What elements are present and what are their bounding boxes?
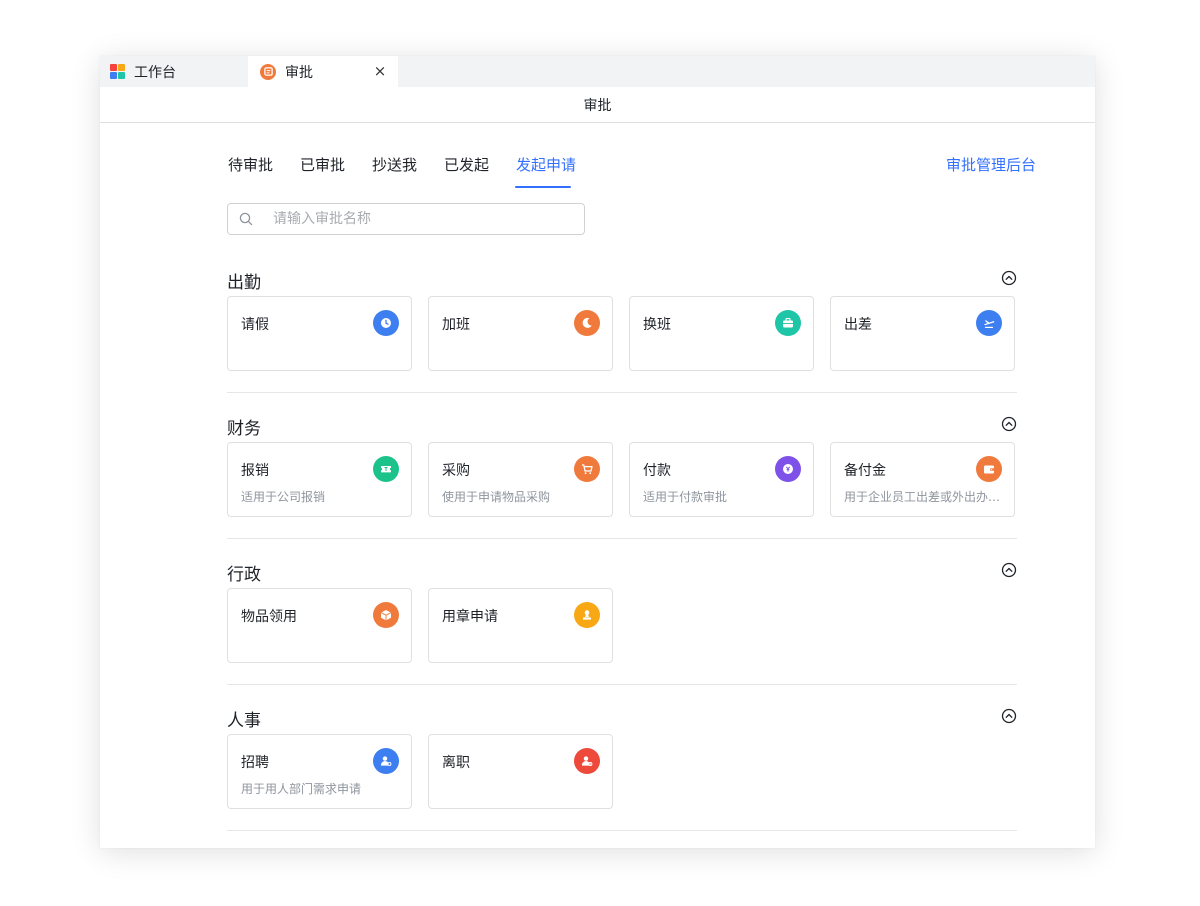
card-business-trip[interactable]: 出差 bbox=[830, 296, 1015, 371]
user-remove-icon bbox=[574, 748, 600, 774]
collapse-icon[interactable] bbox=[1001, 562, 1017, 578]
approval-app-icon bbox=[260, 63, 276, 80]
card-title: 招聘 bbox=[241, 755, 269, 771]
card-recruitment[interactable]: 招聘 用于用人部门需求申请 bbox=[227, 734, 412, 809]
card-title: 离职 bbox=[442, 755, 470, 771]
card-title: 出差 bbox=[844, 317, 872, 333]
logo-square-red bbox=[110, 64, 117, 71]
nav-tab-cc-me[interactable]: 抄送我 bbox=[372, 154, 417, 175]
workbench-logo-icon bbox=[110, 64, 125, 79]
card-reserve-fund[interactable]: 备付金 用于企业员工出差或外出办公使用 bbox=[830, 442, 1015, 517]
card-title: 采购 bbox=[442, 463, 470, 479]
card-leave[interactable]: 请假 bbox=[227, 296, 412, 371]
section-divider bbox=[227, 830, 1017, 831]
logo-square-yellow bbox=[118, 64, 125, 71]
page-title: 审批 bbox=[100, 87, 1095, 123]
card-shift-swap[interactable]: 换班 bbox=[629, 296, 814, 371]
search-box bbox=[227, 203, 585, 235]
card-purchase[interactable]: 采购 使用于申请物品采购 bbox=[428, 442, 613, 517]
card-title: 请假 bbox=[241, 317, 269, 333]
card-description: 用于企业员工出差或外出办公使用 bbox=[844, 490, 1006, 504]
search-icon bbox=[239, 212, 253, 226]
section-title: 行政 bbox=[227, 565, 261, 585]
card-title: 报销 bbox=[241, 463, 269, 479]
card-item-requisition[interactable]: 物品领用 bbox=[227, 588, 412, 663]
tab-workbench[interactable]: 工作台 bbox=[110, 56, 248, 87]
card-reimbursement[interactable]: 报销 适用于公司报销 bbox=[227, 442, 412, 517]
card-description: 适用于付款审批 bbox=[643, 490, 728, 504]
card-description: 使用于申请物品采购 bbox=[442, 490, 551, 504]
airplane-icon bbox=[976, 310, 1002, 336]
card-seal-request[interactable]: 用章申请 bbox=[428, 588, 613, 663]
active-tab-indicator bbox=[515, 186, 571, 188]
card-description: 适用于公司报销 bbox=[241, 490, 326, 504]
tab-approval[interactable]: 审批 × bbox=[248, 56, 398, 87]
moon-icon bbox=[574, 310, 600, 336]
briefcase-icon bbox=[775, 310, 801, 336]
tab-bar: 工作台 审批 × bbox=[100, 56, 1095, 87]
tab-approval-label: 审批 bbox=[285, 64, 313, 81]
section-divider bbox=[227, 392, 1017, 393]
close-icon[interactable]: × bbox=[372, 62, 388, 80]
approval-admin-link[interactable]: 审批管理后台 bbox=[946, 154, 1036, 175]
ticket-icon bbox=[373, 456, 399, 482]
section-title: 人事 bbox=[227, 711, 261, 731]
search-input[interactable] bbox=[273, 211, 553, 227]
nav-tab-approved[interactable]: 已审批 bbox=[300, 154, 345, 175]
card-title: 付款 bbox=[643, 463, 671, 479]
card-title: 加班 bbox=[442, 317, 470, 333]
approval-nav: 待审批 已审批 抄送我 已发起 发起申请 审批管理后台 bbox=[228, 151, 1036, 191]
wallet-icon bbox=[976, 456, 1002, 482]
card-payment[interactable]: 付款 适用于付款审批 bbox=[629, 442, 814, 517]
cart-icon bbox=[574, 456, 600, 482]
logo-square-blue bbox=[110, 72, 117, 79]
coin-icon bbox=[775, 456, 801, 482]
user-add-icon bbox=[373, 748, 399, 774]
card-description: 用于用人部门需求申请 bbox=[241, 782, 362, 796]
nav-tab-new-request[interactable]: 发起申请 bbox=[516, 154, 576, 175]
collapse-icon[interactable] bbox=[1001, 708, 1017, 724]
clock-icon bbox=[373, 310, 399, 336]
card-title: 换班 bbox=[643, 317, 671, 333]
tab-workbench-label: 工作台 bbox=[134, 64, 176, 81]
app-window: 工作台 审批 × 审批 待审批 已审批 抄送我 已发起 发起申请 审批管理后台 … bbox=[100, 56, 1095, 848]
collapse-icon[interactable] bbox=[1001, 270, 1017, 286]
collapse-icon[interactable] bbox=[1001, 416, 1017, 432]
box-icon bbox=[373, 602, 399, 628]
card-title: 物品领用 bbox=[241, 609, 297, 625]
section-title: 出勤 bbox=[227, 273, 261, 293]
stamp-icon bbox=[574, 602, 600, 628]
card-title: 用章申请 bbox=[442, 609, 498, 625]
card-resignation[interactable]: 离职 bbox=[428, 734, 613, 809]
section-divider bbox=[227, 538, 1017, 539]
nav-tab-initiated[interactable]: 已发起 bbox=[444, 154, 489, 175]
section-title: 财务 bbox=[227, 419, 261, 439]
card-overtime[interactable]: 加班 bbox=[428, 296, 613, 371]
nav-tab-pending[interactable]: 待审批 bbox=[228, 154, 273, 175]
card-title: 备付金 bbox=[844, 463, 886, 479]
section-divider bbox=[227, 684, 1017, 685]
logo-square-teal bbox=[118, 72, 125, 79]
